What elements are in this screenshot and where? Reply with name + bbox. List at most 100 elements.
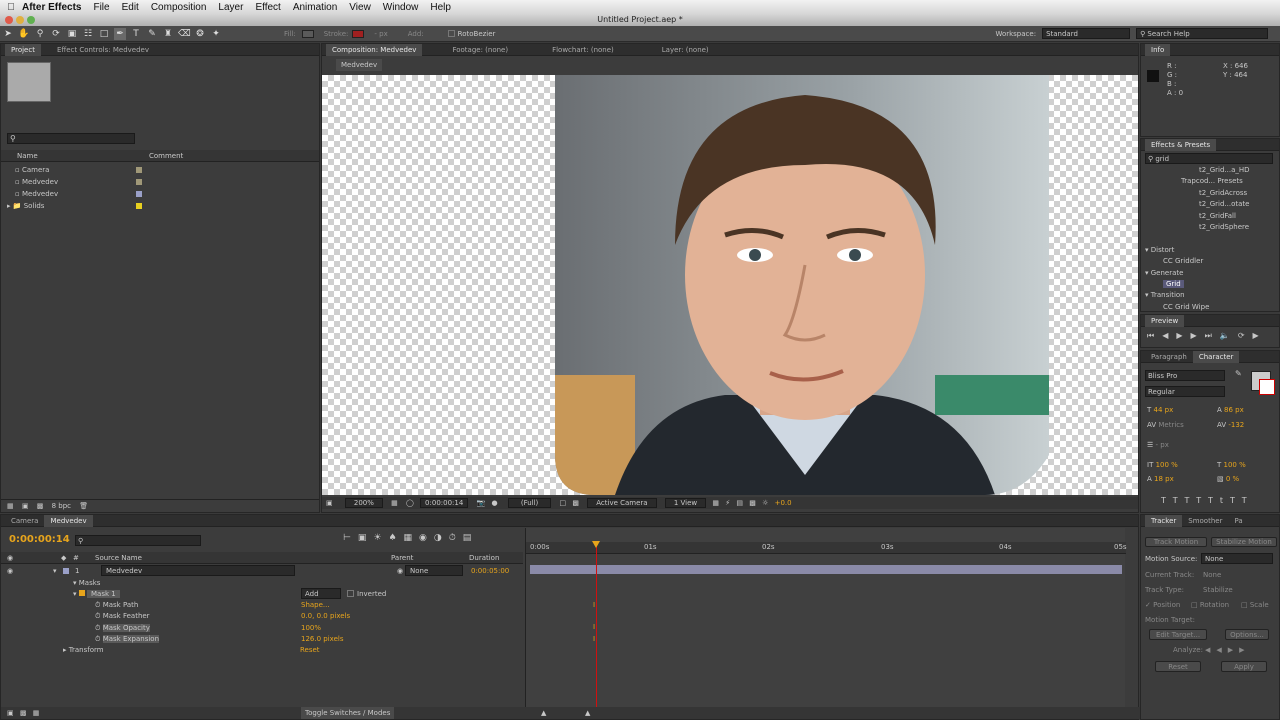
new-comp-icon[interactable]: ▩	[37, 502, 44, 510]
transparency-grid-icon[interactable]: ▩	[572, 499, 579, 507]
hscale-value[interactable]: 100 %	[1224, 461, 1246, 469]
property-row[interactable]: ⏱ Mask Feather 0.0, 0.0 pixels	[95, 610, 515, 621]
always-preview-icon[interactable]: ▣	[326, 499, 333, 507]
apple-icon[interactable]: 	[0, 2, 22, 13]
new-folder-icon[interactable]: ▣	[22, 502, 29, 510]
motion-source-select[interactable]: None	[1201, 553, 1273, 564]
tab-character[interactable]: Character	[1192, 350, 1240, 363]
parent-select[interactable]: None	[405, 565, 463, 576]
puppet-tool-icon[interactable]: ✦	[210, 28, 222, 40]
tab-info[interactable]: Info	[1145, 43, 1171, 56]
auto-keyframe-icon[interactable]: ⏱	[449, 533, 463, 543]
timeline-graph-area[interactable]: 0:00s 01s 02s 03s 04s 05s I I I	[525, 528, 1127, 708]
label-color-swatch[interactable]	[136, 167, 142, 173]
tab-flowchart[interactable]: Flowchart: (none)	[546, 44, 620, 56]
tree-item[interactable]: ▾ Distort	[1141, 245, 1271, 256]
bpc-label[interactable]: 8 bpc	[52, 502, 71, 510]
transfer-controls-icon[interactable]: ▩	[20, 709, 27, 717]
tree-item[interactable]: t2_Grid...a_HD	[1141, 165, 1271, 176]
layer-duration-bar[interactable]	[530, 565, 1122, 574]
hand-tool-icon[interactable]: ✋	[18, 28, 30, 40]
tree-item[interactable]: t2_GridAcross	[1141, 188, 1271, 199]
vscale-value[interactable]: 100 %	[1156, 461, 1178, 469]
small-caps-icon[interactable]: Tt	[1208, 496, 1230, 505]
av-features-icon[interactable]: ◉	[7, 554, 13, 562]
tab-timeline-camera[interactable]: Camera	[5, 515, 44, 527]
tree-item[interactable]: t2_GridSphere	[1141, 222, 1271, 233]
transform-reset[interactable]: Reset	[300, 644, 320, 656]
pen-tool-icon[interactable]: ✒	[114, 27, 126, 40]
property-row[interactable]: ⏱ Mask Opacity 100%	[95, 622, 515, 633]
interpret-footage-icon[interactable]: ▦	[7, 502, 14, 510]
mute-icon[interactable]: 🔈	[1220, 331, 1238, 340]
stroke-width-value[interactable]: - px	[1156, 441, 1169, 449]
analyze-forward-icon[interactable]: ▶	[1228, 646, 1239, 654]
menu-file[interactable]: File	[93, 2, 109, 13]
show-channel-icon[interactable]: ●	[492, 499, 498, 507]
zoom-tool-icon[interactable]: ⚲	[34, 28, 46, 40]
pan-behind-tool-icon[interactable]: ☷	[82, 28, 94, 40]
expand-layer-icon[interactable]: ▾	[53, 565, 57, 577]
layer-switches-icon[interactable]: ▣	[7, 709, 14, 717]
tab-timeline-medvedev[interactable]: Medvedev	[44, 514, 93, 527]
property-value[interactable]: 0.0, 0.0 pixels	[301, 610, 350, 622]
tab-effect-controls[interactable]: Effect Controls: Medvedev	[51, 44, 155, 56]
menu-window[interactable]: Window	[383, 2, 419, 13]
expand-transform-icon[interactable]: ▸	[63, 646, 67, 654]
font-family-select[interactable]: Bliss Pro	[1145, 370, 1225, 381]
tab-more[interactable]: Pa	[1228, 515, 1248, 527]
zoom-window-button[interactable]	[27, 16, 35, 24]
stabilize-motion-button[interactable]: Stabilize Motion	[1211, 537, 1277, 547]
menu-view[interactable]: View	[349, 2, 371, 13]
roto-brush-tool-icon[interactable]: ❂	[194, 28, 206, 40]
clone-stamp-tool-icon[interactable]: ♜	[162, 28, 174, 40]
superscript-icon[interactable]: T	[1230, 496, 1242, 505]
zoom-in-icon[interactable]: ▲	[585, 707, 590, 719]
current-time-field[interactable]: 0:00:00:14	[420, 498, 469, 508]
subscript-icon[interactable]: T	[1242, 496, 1254, 505]
table-row[interactable]: ◉ ▾ 1 Medvedev ◉ None 0:00:05:00	[1, 565, 523, 577]
close-window-button[interactable]	[5, 16, 13, 24]
analyze-forward-frame-icon[interactable]: ▶	[1239, 646, 1250, 654]
resolution-select[interactable]: (Full)	[507, 498, 552, 508]
list-item[interactable]: ▸ 📁 Solids	[1, 200, 319, 212]
motion-blur-icon[interactable]: ◉	[419, 533, 434, 543]
tree-item[interactable]: Grid	[1141, 279, 1271, 290]
type-tool-icon[interactable]: T	[130, 28, 142, 40]
snapshot-icon[interactable]: 📷	[477, 499, 486, 507]
workspace-select[interactable]: Standard	[1042, 28, 1131, 39]
current-time-display[interactable]: 0:00:00:14	[9, 534, 70, 545]
tab-preview[interactable]: Preview	[1145, 314, 1185, 327]
mask-expansion-keyframe-icon[interactable]: I	[593, 623, 595, 631]
frame-blending-icon[interactable]: ▦	[404, 533, 420, 543]
eyedropper-icon[interactable]: ✎	[1235, 369, 1242, 378]
comp-viewer[interactable]	[322, 75, 1138, 495]
hide-shy-icon[interactable]: ♠	[388, 533, 403, 543]
disclosure-triangle-icon[interactable]: ▸	[7, 202, 11, 210]
project-search-field[interactable]: ⚲	[7, 133, 135, 144]
current-time-indicator[interactable]	[596, 542, 597, 708]
camera-tool-icon[interactable]: ▣	[66, 28, 78, 40]
app-menu[interactable]: After Effects	[22, 2, 81, 13]
tab-composition[interactable]: Composition: Medvedev	[326, 43, 423, 56]
tracking-value[interactable]: -132	[1228, 421, 1244, 429]
eraser-tool-icon[interactable]: ⌫	[178, 28, 191, 40]
last-frame-icon[interactable]: ⏭	[1205, 331, 1220, 340]
layer-label-swatch[interactable]	[63, 568, 69, 574]
layer-name-field[interactable]: Medvedev	[101, 565, 295, 576]
faux-bold-icon[interactable]: T	[1161, 496, 1173, 505]
live-update-icon[interactable]: ▣	[358, 533, 374, 543]
font-style-select[interactable]: Regular	[1145, 386, 1225, 397]
mask-path-keyframe-icon[interactable]: I	[593, 601, 595, 609]
in-out-controls-icon[interactable]: ▦	[33, 709, 40, 717]
analyze-backward-icon[interactable]: ◀	[1216, 646, 1227, 654]
ram-preview-icon[interactable]: ▶	[1253, 331, 1267, 340]
toggle-switches-modes[interactable]: Toggle Switches / Modes	[301, 707, 395, 719]
pick-whip-icon[interactable]: ◉	[397, 565, 403, 577]
property-value[interactable]: 100%	[301, 622, 321, 634]
stroke-color-swatch[interactable]	[1259, 379, 1275, 395]
view-layout-select[interactable]: 1 View	[664, 498, 707, 508]
composition-mini-flowchart-icon[interactable]: ⊢	[343, 533, 358, 543]
label-color-swatch[interactable]	[136, 203, 142, 209]
camera-view-select[interactable]: Active Camera	[587, 498, 657, 508]
